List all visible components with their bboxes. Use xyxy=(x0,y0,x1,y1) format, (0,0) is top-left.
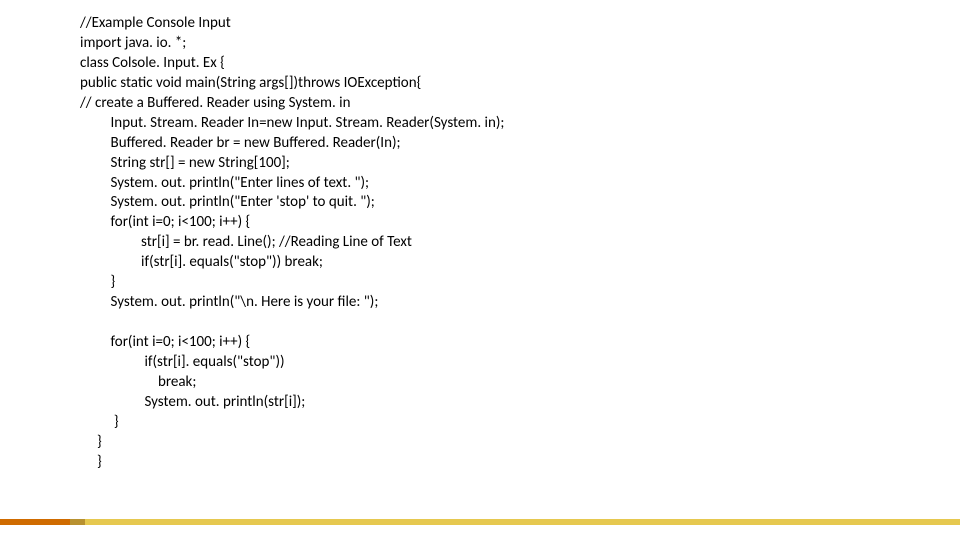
accent-segment-mid xyxy=(70,519,85,525)
code-line: Input. Stream. Reader In=new Input. Stre… xyxy=(111,114,505,132)
code-line: } xyxy=(111,273,116,291)
code-line: String str[] = new String[100]; xyxy=(111,154,290,172)
code-line: Buffered. Reader br = new Buffered. Read… xyxy=(111,134,401,152)
code-line: if(str[i]. equals("stop")) break; xyxy=(141,253,323,271)
code-line: class Colsole. Input. Ex { xyxy=(80,54,225,72)
code-line: // create a Buffered. Reader using Syste… xyxy=(80,94,350,112)
accent-segment-light xyxy=(85,519,960,525)
slide-accent-bar xyxy=(0,519,960,525)
code-line: System. out. println("Enter lines of tex… xyxy=(111,174,370,192)
code-line: if(str[i]. equals("stop")) xyxy=(144,353,284,371)
code-line: //Example Console Input xyxy=(80,14,231,32)
code-line: System. out. println(str[i]); xyxy=(144,393,305,411)
code-line: for(int i=0; i<100; i++) { xyxy=(111,213,251,231)
code-line: str[i] = br. read. Line(); //Reading Lin… xyxy=(141,233,412,251)
code-line: public static void main(String args[])th… xyxy=(80,74,421,92)
code-line: import java. io. *; xyxy=(80,34,186,52)
code-line: } xyxy=(97,453,102,471)
code-line: for(int i=0; i<100; i++) { xyxy=(111,333,251,351)
code-line: System. out. println("Enter 'stop' to qu… xyxy=(111,193,375,211)
code-line: break; xyxy=(155,373,197,391)
code-block: //Example Console Input import java. io.… xyxy=(80,14,900,473)
code-line: } xyxy=(97,433,102,451)
accent-segment-dark xyxy=(0,519,70,525)
code-line: } xyxy=(114,413,119,431)
code-line: System. out. println("\n. Here is your f… xyxy=(111,293,379,311)
